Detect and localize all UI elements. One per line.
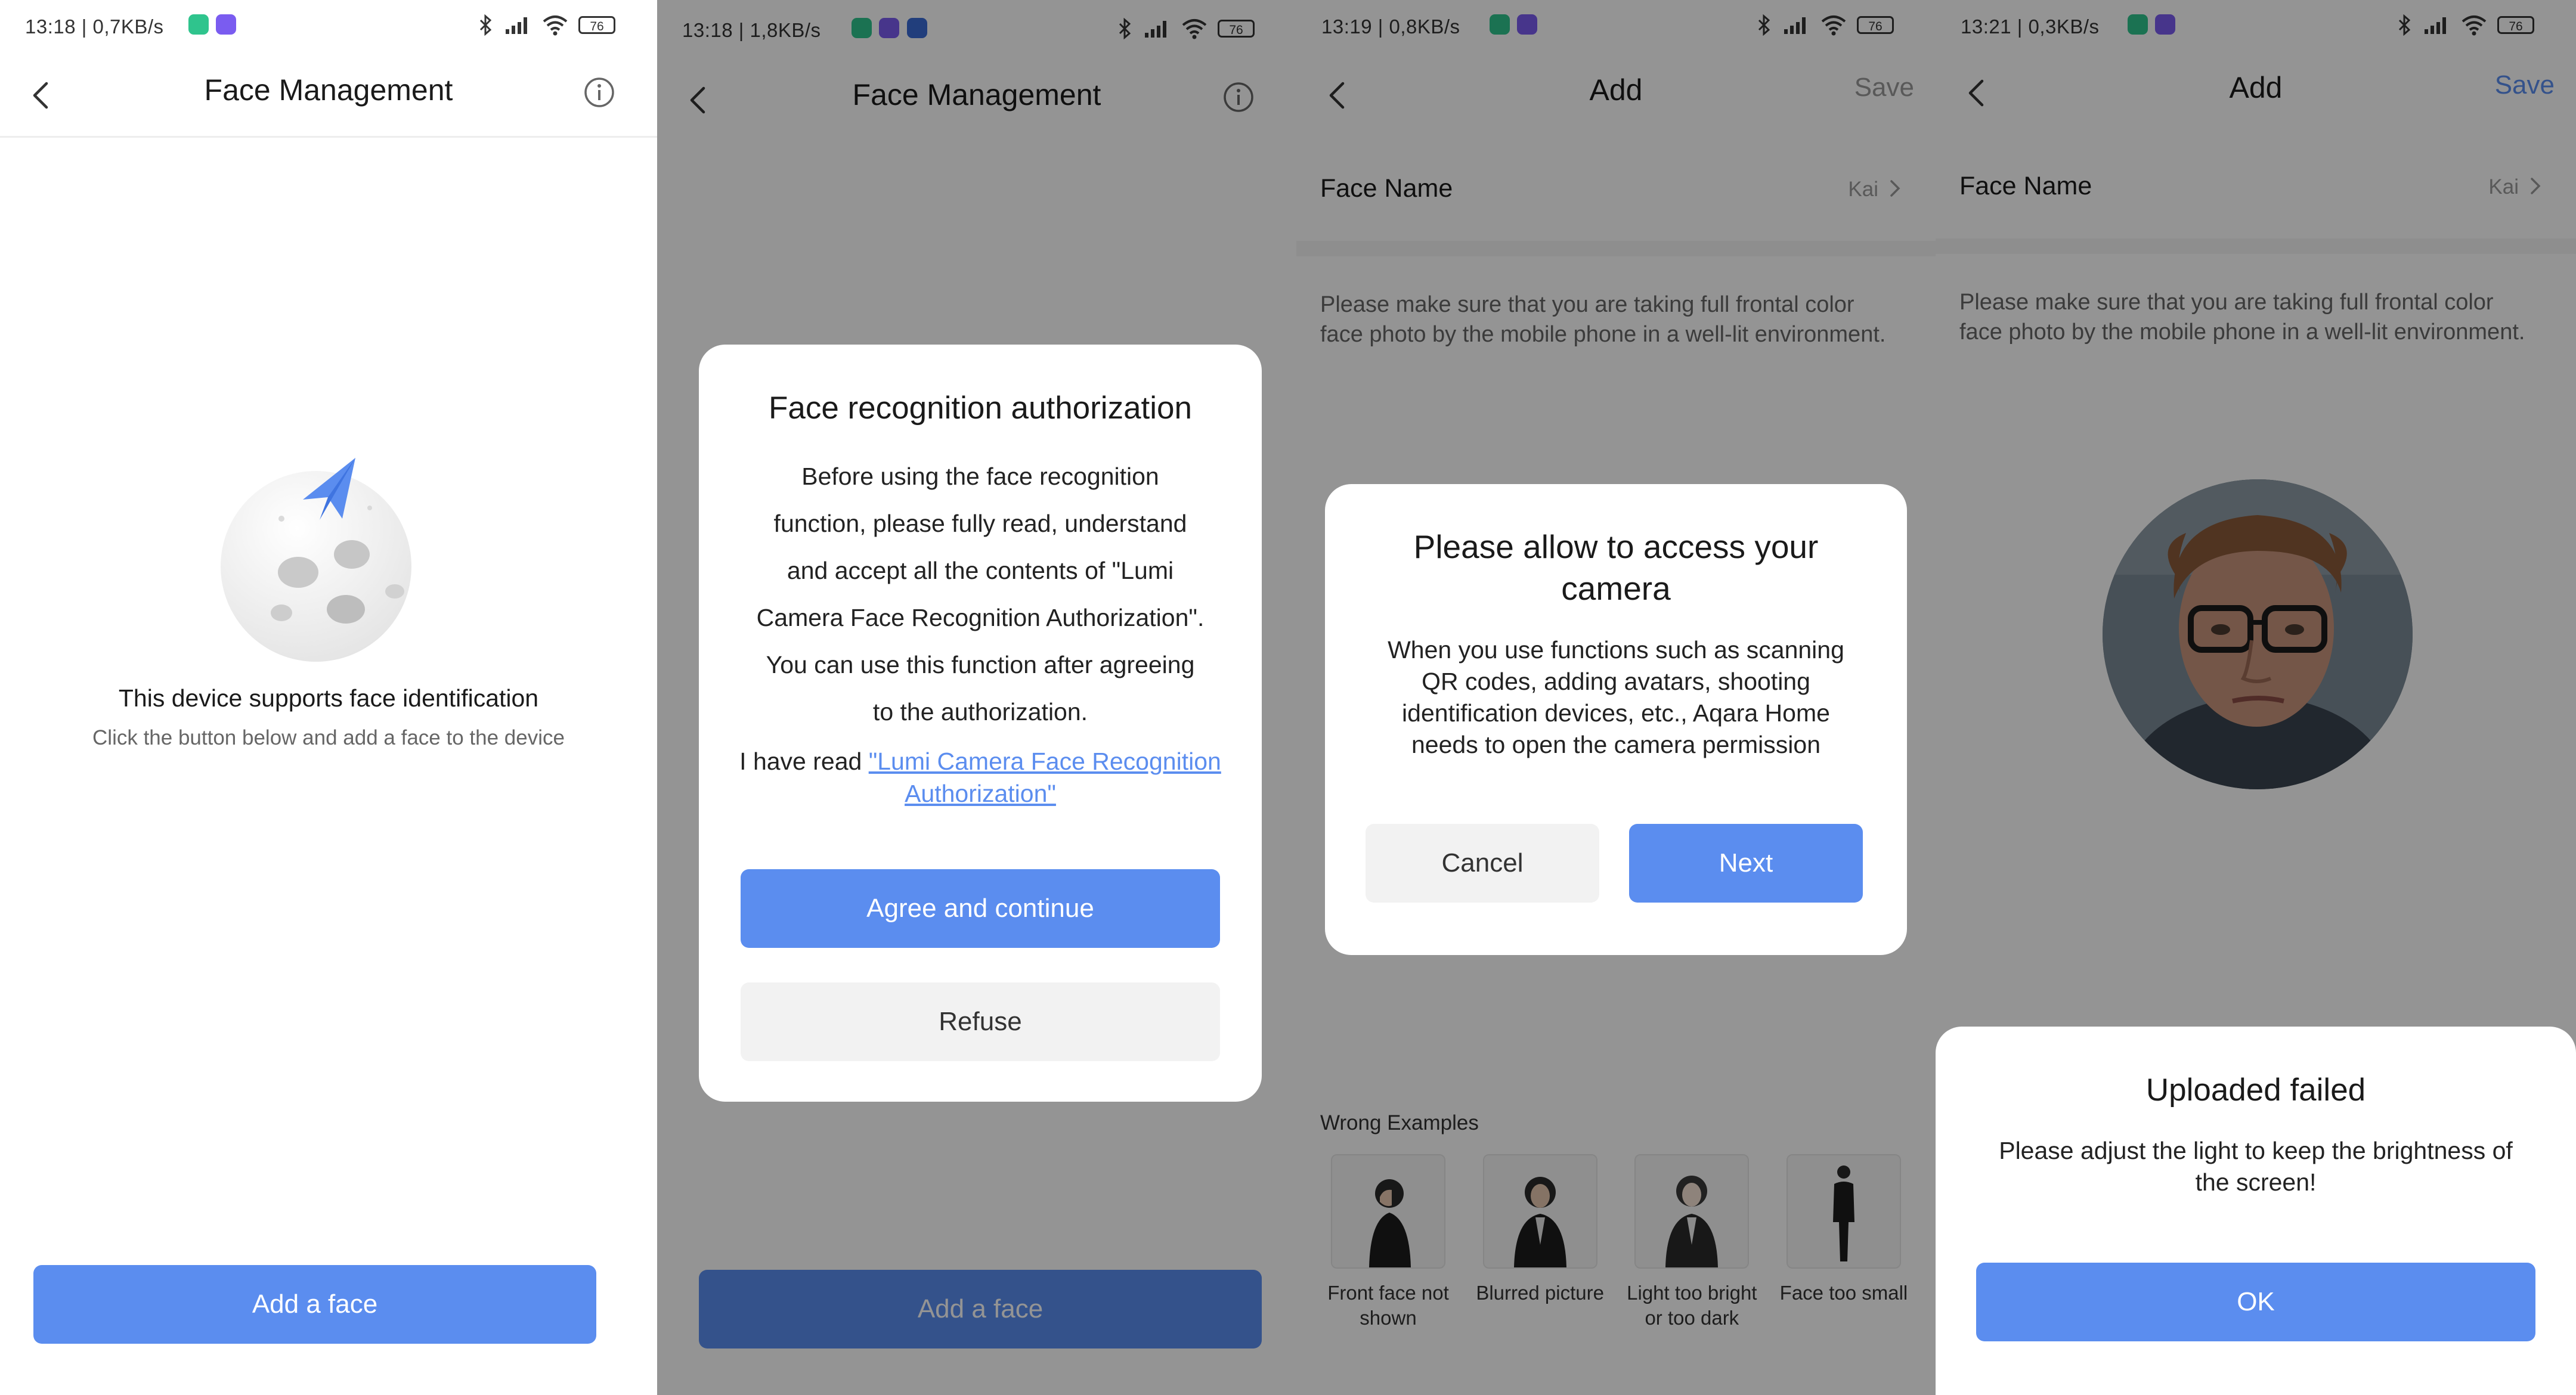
refuse-button[interactable]: Refuse [741, 982, 1220, 1061]
dialog-body-line: to the authorization. [872, 698, 1088, 726]
cancel-button[interactable]: Cancel [1366, 824, 1599, 903]
app-notification-icon [188, 14, 209, 35]
dialog-body-line: and accept all the contents of "Lumi [787, 557, 1174, 584]
add-face-button[interactable]: Add a face [33, 1265, 596, 1344]
dialog-body-line: needs to open the camera permission [1411, 731, 1820, 758]
sheet-body: Please adjust the light to keep the brig… [1959, 1135, 2552, 1198]
camera-permission-dialog: Please allow to access your camera When y… [1325, 484, 1907, 955]
dialog-body-line: identification devices, etc., Aqara Home [1402, 699, 1830, 727]
nav-bar: Face Management [0, 60, 657, 136]
agree-continue-button[interactable]: Agree and continue [741, 869, 1220, 948]
dialog-body: When you use functions such as scanning … [1355, 634, 1877, 761]
sheet-title: Uploaded failed [2145, 1072, 2366, 1108]
battery-indicator: 76 [578, 16, 615, 34]
dialog-body-line: You can use this function after agreeing [766, 651, 1195, 678]
ok-button[interactable]: OK [1976, 1263, 2535, 1341]
signal-icon [506, 17, 527, 34]
wifi-icon [543, 16, 568, 36]
screen-add-face-camera-permission: 13:19 | 0,8KB/s 76 Add Save Face Name Ka… [1296, 0, 1936, 1395]
read-agreement-text: I have read "Lumi Camera Face Recognitio… [723, 745, 1238, 810]
dialog-body: Before using the face recognition functi… [723, 453, 1238, 736]
sheet-body-line: the screen! [2195, 1168, 2317, 1196]
empty-state-title: This device supports face identification [118, 684, 539, 712]
sheet-body-line: Please adjust the light to keep the brig… [1999, 1137, 2513, 1164]
status-app-icons [184, 14, 237, 35]
screen-face-management: 13:18 | 0,7KB/s 76 Face Management This … [0, 0, 657, 1395]
dialog-body-line: When you use functions such as scanning [1388, 636, 1844, 664]
authorization-link[interactable]: Authorization" [905, 780, 1056, 807]
screen-face-authorization: 13:18 | 1,8KB/s 76 Face Management Add a… [657, 0, 1296, 1395]
authorization-dialog: Face recognition authorization Before us… [699, 345, 1262, 1102]
dialog-body-line: function, please fully read, understand [773, 510, 1187, 537]
read-prefix: I have read [739, 748, 869, 775]
info-icon[interactable] [583, 76, 615, 108]
dialog-body-line: Camera Face Recognition Authorization". [756, 604, 1205, 631]
status-bar: 13:18 | 0,7KB/s 76 [0, 0, 657, 60]
status-text: 13:18 | 0,7KB/s [25, 16, 164, 38]
upload-failed-sheet: Uploaded failed Please adjust the light … [1936, 1027, 2576, 1395]
authorization-link[interactable]: "Lumi Camera Face Recognition [869, 748, 1221, 775]
dialog-body-line: QR codes, adding avatars, shooting [1422, 668, 1810, 695]
bluetooth-icon [479, 14, 492, 36]
dialog-body-line: Before using the face recognition [801, 463, 1159, 490]
dialog-title: Please allow to access your camera [1413, 528, 1819, 607]
empty-state-subtitle: Click the button below and add a face to… [92, 726, 565, 749]
screen-add-face-upload-failed: 13:21 | 0,3KB/s 76 Add Save Face Name Ka… [1936, 0, 2576, 1395]
nav-divider [0, 136, 657, 138]
status-indicators: 76 [477, 14, 615, 36]
next-button[interactable]: Next [1629, 824, 1863, 903]
dialog-title: Face recognition authorization [768, 390, 1193, 426]
app-notification-icon [216, 14, 237, 35]
moon-paper-plane-illustration [221, 458, 411, 662]
page-title: Face Management [204, 73, 453, 107]
